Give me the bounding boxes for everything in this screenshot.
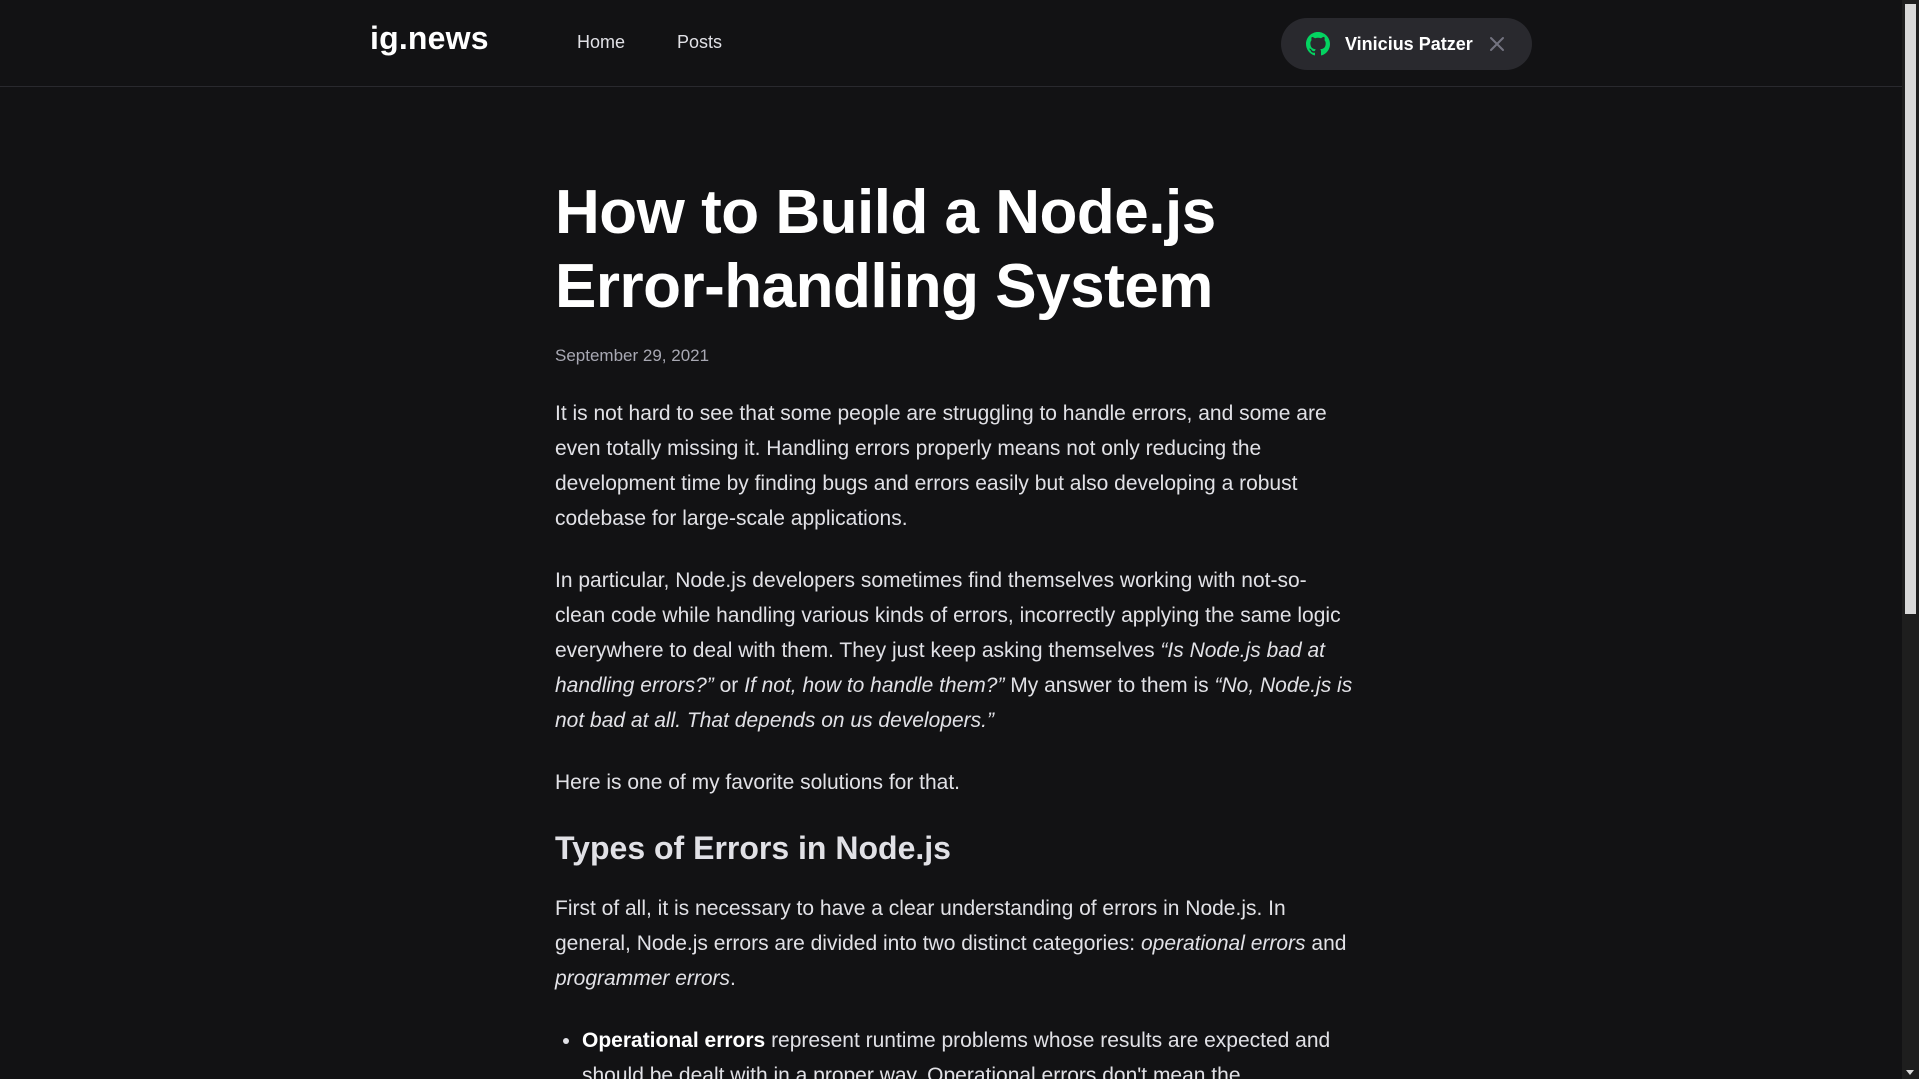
list-item: Operational errors represent runtime pro… [582,1023,1355,1079]
paragraph: First of all, it is necessary to have a … [555,891,1355,996]
section-heading: Types of Errors in Node.js [555,830,951,866]
post-content: It is not hard to see that some people a… [555,396,1355,1079]
top-navbar: ig.news Home Posts Vinicius Patzer [0,0,1902,87]
post-title: How to Build a Node.js Error-handling Sy… [555,178,1216,321]
scroll-down-arrow-icon[interactable] [1906,1070,1914,1075]
scrollbar-thumb[interactable] [1905,4,1916,614]
page-scrollbar[interactable] [1902,0,1919,1079]
paragraph-text: or [713,674,745,697]
github-icon [1306,32,1330,56]
nav-posts-link[interactable]: Posts [677,32,722,53]
main-nav: Home Posts [577,32,722,53]
site-logo[interactable]: ig.news [370,20,489,57]
list-item-term: Operational errors [582,1029,766,1052]
user-name: Vinicius Patzer [1345,33,1473,54]
close-icon[interactable] [1488,35,1506,53]
post-article: How to Build a Node.js Error-handling Sy… [555,176,1355,1079]
nav-home-link[interactable]: Home [577,32,625,53]
paragraph-text: My answer to them is [1004,674,1215,697]
emphasis-text: operational errors [1140,932,1306,955]
emphasis-text: programmer errors [555,967,731,990]
error-types-list: Operational errors represent runtime pro… [582,1023,1355,1079]
quote-text: If not, how to handle them?” [744,674,1005,697]
post-date: September 29, 2021 [555,346,710,365]
paragraph-text: and [1305,932,1347,955]
github-user-button[interactable]: Vinicius Patzer [1281,18,1532,70]
paragraph: Here is one of my favorite solutions for… [555,771,961,794]
paragraph: In particular, Node.js developers someti… [555,563,1355,738]
paragraph-text: . [730,967,736,990]
paragraph: It is not hard to see that some people a… [555,402,1327,530]
